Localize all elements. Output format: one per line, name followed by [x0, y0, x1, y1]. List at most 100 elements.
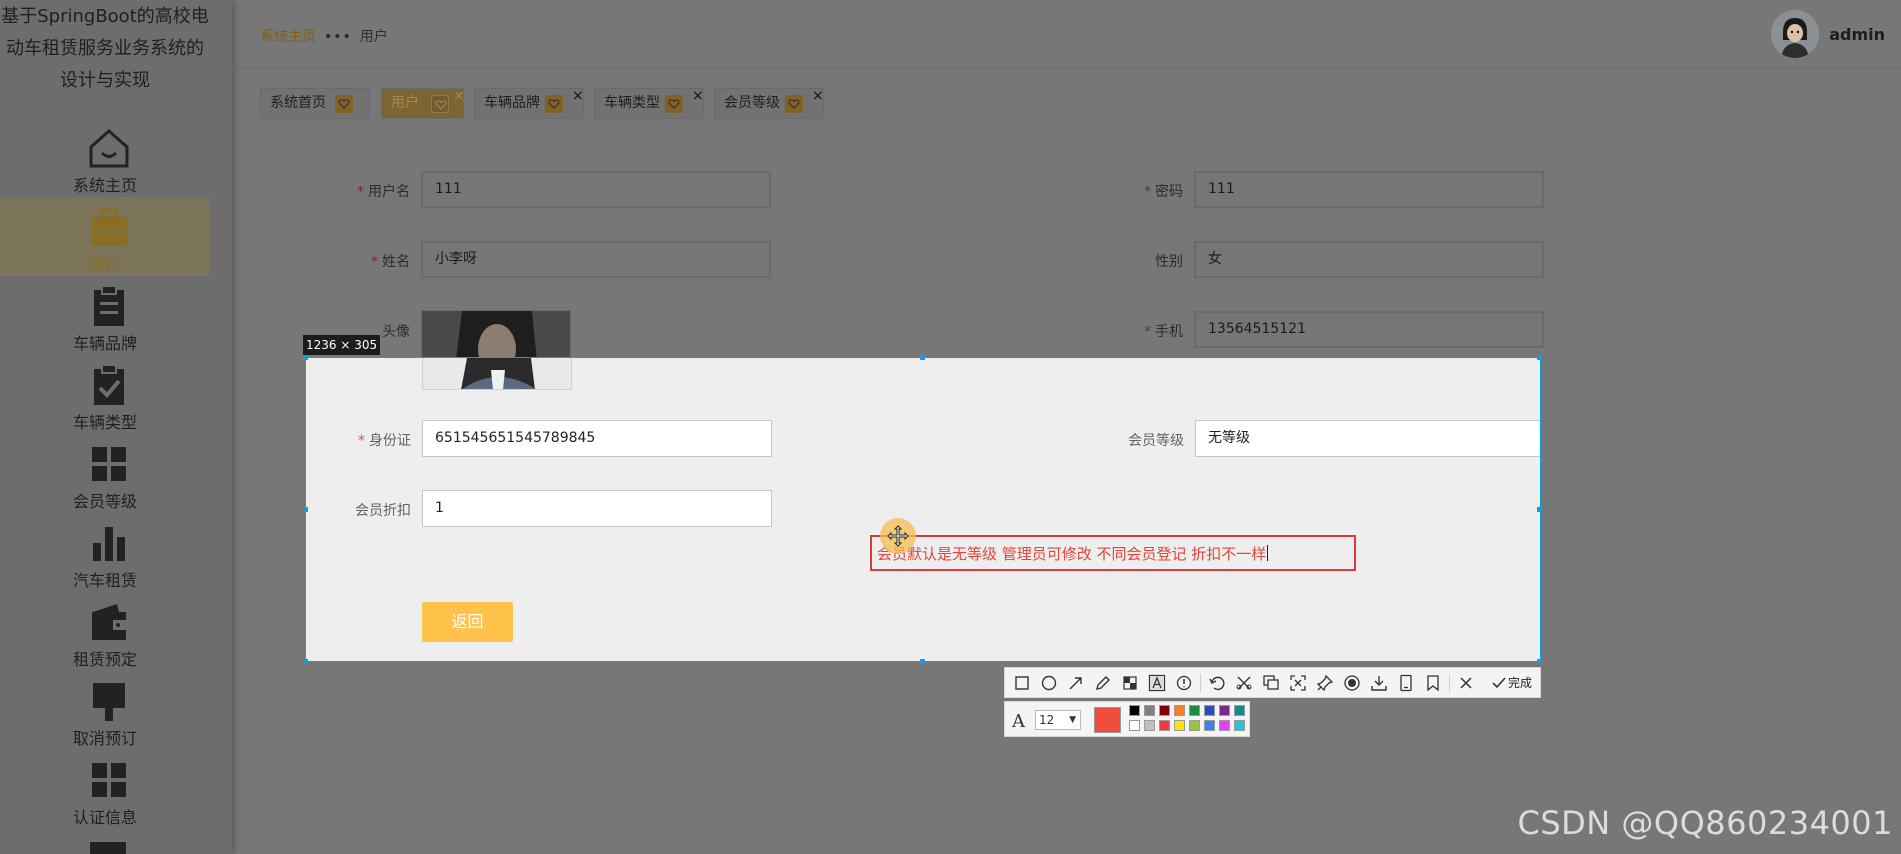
resize-handle[interactable]	[303, 659, 308, 664]
ellipse-icon[interactable]	[1040, 674, 1058, 692]
sidebar-item-users[interactable]: 用户	[0, 197, 210, 276]
resize-handle[interactable]	[920, 355, 925, 360]
done-button[interactable]: 完成	[1492, 673, 1532, 693]
sidebar-item-cancel-booking[interactable]: 取消预订	[0, 671, 210, 750]
mosaic-icon[interactable]	[1121, 674, 1139, 692]
resize-handle[interactable]	[920, 659, 925, 664]
breadcrumb: 系统主页 ••• 用户	[260, 26, 388, 46]
sidebar-item-label: 认证信息	[72, 808, 137, 827]
selection-size-badge: 1236 × 305	[303, 335, 381, 355]
long-screenshot-icon[interactable]	[1289, 674, 1307, 692]
username-field[interactable]: 111	[421, 171, 771, 208]
grid-icon	[92, 447, 126, 481]
sidebar-item-label: 车辆类型	[72, 413, 137, 432]
close-icon[interactable]	[1457, 674, 1475, 692]
pin-icon[interactable]	[1316, 674, 1334, 692]
sidebar-item-car-rental[interactable]: 汽车租赁	[0, 513, 210, 592]
annotation-text[interactable]: 会员默认是无等级 管理员可修改 不同会员登记 折扣不一样	[877, 543, 1269, 564]
cut-icon[interactable]	[1235, 674, 1253, 692]
color-swatch[interactable]	[1144, 720, 1155, 731]
undo-icon[interactable]	[1208, 674, 1226, 692]
avatar[interactable]	[1771, 10, 1820, 58]
resize-handle[interactable]	[303, 355, 308, 360]
tab-home[interactable]: 系统首页	[260, 88, 370, 119]
bookmark-icon[interactable]	[1424, 674, 1442, 692]
color-swatch[interactable]	[1159, 720, 1170, 731]
tab-label: 用户	[391, 95, 419, 111]
toolbar-divider	[1200, 674, 1201, 692]
back-button[interactable]: 返回	[422, 602, 513, 642]
color-swatch[interactable]	[1144, 705, 1155, 716]
screenshot-selection[interactable]: * 身份证 651545651545789845 会员等级 无等级 会员折扣 1 …	[305, 357, 1541, 662]
chevron-down-icon: ▼	[1069, 715, 1076, 725]
text-icon[interactable]	[1148, 674, 1166, 692]
color-swatch[interactable]	[1234, 705, 1245, 716]
color-swatch[interactable]	[1159, 705, 1170, 716]
sidebar-item-certification[interactable]: 认证信息	[0, 750, 210, 829]
color-swatch[interactable]	[1189, 720, 1200, 731]
tab-vehicle-brand[interactable]: 车辆品牌 ×	[474, 88, 584, 119]
color-swatch[interactable]	[1189, 705, 1200, 716]
resize-handle[interactable]	[1537, 507, 1542, 512]
sidebar-item-member-level[interactable]: 会员等级	[0, 434, 210, 513]
color-swatch[interactable]	[1204, 705, 1215, 716]
heart-icon	[545, 95, 563, 113]
color-swatch[interactable]	[1174, 705, 1185, 716]
member-discount-field[interactable]: 1	[422, 490, 772, 527]
sidebar-item-home[interactable]: 系统主页	[0, 118, 210, 197]
wallet-icon	[92, 604, 126, 640]
close-icon[interactable]: ×	[453, 82, 465, 111]
member-level-select[interactable]: 无等级	[1195, 420, 1540, 457]
copy-icon[interactable]	[1262, 674, 1280, 692]
color-swatch[interactable]	[1219, 720, 1230, 731]
breadcrumb-home[interactable]: 系统主页	[260, 29, 316, 45]
resize-handle[interactable]	[303, 507, 308, 512]
resize-handle[interactable]	[1537, 659, 1542, 664]
rectangle-icon[interactable]	[1013, 674, 1031, 692]
download-icon[interactable]	[1370, 674, 1388, 692]
tab-member-level[interactable]: 会员等级 ×	[714, 88, 824, 119]
toolbar-divider	[1449, 674, 1450, 692]
close-icon[interactable]: ×	[812, 82, 824, 111]
color-swatch[interactable]	[1129, 720, 1140, 731]
name-field[interactable]: 小李呀	[421, 241, 771, 278]
close-icon[interactable]: ×	[572, 82, 584, 111]
phone-icon[interactable]	[1397, 674, 1415, 692]
sidebar: 基于SpringBoot的高校电动车租赁服务业务系统的设计与实现 系统主页 用户…	[0, 0, 232, 854]
color-swatch[interactable]	[1174, 720, 1185, 731]
color-swatch[interactable]	[1234, 720, 1245, 731]
member-discount-label: 会员折扣	[355, 503, 411, 519]
close-icon[interactable]: ×	[692, 82, 704, 111]
color-swatch[interactable]	[1219, 705, 1230, 716]
current-color-swatch[interactable]	[1094, 707, 1121, 733]
password-field[interactable]: 111	[1194, 171, 1544, 208]
text-caret	[1267, 545, 1269, 561]
sidebar-item-vehicle-brand[interactable]: 车辆品牌	[0, 276, 210, 355]
arrow-icon[interactable]	[1067, 674, 1085, 692]
record-icon[interactable]	[1343, 674, 1361, 692]
serial-number-icon[interactable]	[1175, 674, 1193, 692]
sidebar-item-vehicle-type[interactable]: 车辆类型	[0, 355, 210, 434]
color-swatch[interactable]	[1204, 720, 1215, 731]
id-card-field[interactable]: 651545651545789845	[422, 420, 772, 457]
annotation-text-box[interactable]: 会员默认是无等级 管理员可修改 不同会员登记 折扣不一样	[870, 535, 1356, 571]
tab-vehicle-type[interactable]: 车辆类型 ×	[594, 88, 704, 119]
sidebar-item-label: 租赁预定	[72, 650, 137, 669]
sidebar-item-rental-booking[interactable]: 租赁预定	[0, 592, 210, 671]
phone-field[interactable]: 13564515121	[1194, 311, 1544, 348]
color-swatch[interactable]	[1129, 705, 1140, 716]
sidebar-item-label: 系统主页	[72, 176, 137, 195]
sidebar-item-label: 会员等级	[72, 492, 137, 511]
user-menu[interactable]: admin	[1771, 9, 1885, 59]
done-label: 完成	[1507, 676, 1532, 690]
username-label: * 用户名	[357, 184, 410, 200]
avatar-photo-bottom	[422, 358, 572, 390]
name-label: * 姓名	[371, 254, 410, 270]
pencil-icon[interactable]	[1094, 674, 1112, 692]
tab-users[interactable]: 用户 ×	[381, 88, 465, 119]
username-label[interactable]: admin	[1829, 25, 1885, 44]
gender-field[interactable]: 女	[1194, 241, 1544, 278]
resize-handle[interactable]	[1537, 355, 1542, 360]
system-title: 基于SpringBoot的高校电动车租赁服务业务系统的设计与实现	[1, 6, 209, 91]
font-size-select[interactable]: 12 ▼	[1035, 710, 1081, 730]
